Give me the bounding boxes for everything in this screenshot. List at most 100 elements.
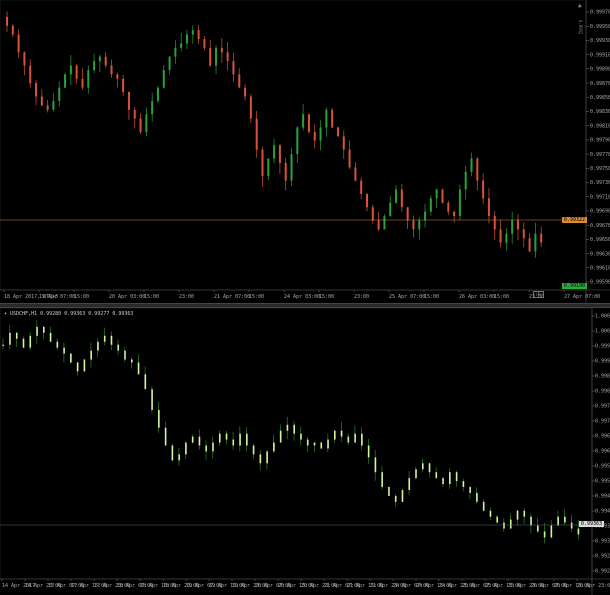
top-candle-body (139, 118, 142, 132)
bottom-bar-body (124, 350, 126, 360)
bottom-chart-pane[interactable]: 1.00065 1.00015 0.99965 0.99915 0.99865 0.998… (0, 308, 610, 595)
top-candle-body (162, 69, 165, 88)
bottom-bar-body (320, 442, 323, 449)
chart-shift-arrow-icon[interactable]: ▲ (578, 2, 582, 9)
bottom-bar-body (273, 442, 275, 452)
bottom-price-tick-label: 0.99565 (595, 464, 610, 470)
bottom-bar-body (56, 341, 59, 348)
top-candle-body (64, 74, 67, 88)
top-candle-body (35, 83, 38, 97)
bottom-bar-body (530, 516, 532, 526)
bottom-bar-body (428, 463, 431, 473)
bottom-price-tick-label: 1.00015 (595, 329, 610, 335)
top-candle-body (238, 74, 241, 88)
top-candle-body (453, 211, 456, 217)
top-candle-body (377, 220, 380, 230)
bottom-price-tick-label: 0.99215 (595, 569, 610, 575)
bottom-bar-body (205, 445, 208, 452)
top-candle-body (81, 78, 84, 88)
top-candle-body (389, 202, 392, 217)
chart-scroll-button[interactable]: ◁▷ (533, 291, 544, 298)
bottom-bar-body (171, 445, 174, 461)
top-candle-body (6, 16, 8, 26)
bottom-current-price-badge: 0.99363 (578, 521, 604, 527)
bottom-bar-body (462, 481, 465, 488)
bottom-bar-body (158, 409, 160, 428)
top-candle-body (342, 136, 345, 150)
top-time-tick-label: 21 Apr 07:00 (214, 294, 250, 300)
top-price-tick-label: 0.99950 (590, 24, 610, 30)
top-time-tick-label: 24 Apr 03:00 (284, 294, 320, 300)
bottom-bar-body (313, 442, 316, 446)
bottom-bar-body (266, 451, 268, 464)
top-candle-body (261, 149, 264, 177)
bottom-bar-body (503, 522, 505, 529)
top-candle-body (336, 127, 339, 137)
top-candle-body (505, 233, 508, 243)
top-candle-body (296, 127, 299, 155)
bottom-bar-body (435, 472, 438, 479)
top-candle-body (191, 30, 194, 35)
top-time-tick-label: 15:00 (74, 294, 89, 300)
top-candle-body (482, 180, 485, 199)
top-candle-body (383, 216, 386, 230)
top-candle-body (226, 52, 229, 62)
top-price-tick-label: 0.99930 (590, 38, 610, 44)
top-chart-pane[interactable]: 0.99970 0.99950 0.99930 0.99910 0.99890 0.998… (0, 0, 610, 303)
top-price-tick-label: 0.99850 (590, 95, 610, 101)
bottom-bar-body (130, 359, 133, 363)
one-click-trading-label[interactable]: 0.9952 (577, 20, 583, 40)
top-candle-body (522, 229, 525, 239)
top-candle-body (186, 34, 188, 44)
bottom-bar-body (43, 326, 45, 333)
bottom-price-tick-label: 0.99915 (595, 359, 610, 365)
bottom-bar-body (516, 510, 519, 520)
top-time-tick-label: 15:00 (494, 294, 509, 300)
top-price-tick-label: 0.99750 (590, 166, 610, 172)
top-candle-body (511, 220, 514, 234)
bottom-bar-body (29, 335, 32, 348)
top-candle-body (435, 189, 438, 199)
bottom-bar-body (286, 424, 289, 431)
bottom-chart-title: ▾ USDCHF,H1 0.99280 0.99363 0.99277 0.99… (4, 311, 134, 317)
top-candle-body (360, 180, 363, 194)
bottom-bar-body (347, 436, 350, 443)
bottom-chart-canvas[interactable]: 1.00065 1.00015 0.99965 0.99915 0.99865 0.998… (0, 308, 610, 595)
bottom-bar-body (144, 374, 147, 390)
top-candle-body (307, 114, 310, 132)
top-candle-body (151, 100, 154, 115)
top-candle-body (302, 114, 305, 128)
bottom-bar-body (198, 436, 201, 446)
bottom-price-tick-label: 0.99665 (595, 434, 610, 440)
bottom-bar-body (279, 430, 282, 443)
bottom-bar-body (246, 433, 248, 446)
top-candle-body (267, 158, 270, 177)
top-chart-canvas[interactable]: 0.99970 0.99950 0.99930 0.99910 0.99890 0.998… (0, 0, 610, 303)
top-candle-body (441, 189, 444, 203)
top-time-tick-label: 19 Apr 07:00 (39, 294, 75, 300)
top-candle-body (528, 238, 531, 252)
top-time-tick-label: 23:00 (179, 294, 194, 300)
top-time-tick-label: 15:00 (424, 294, 439, 300)
top-candle-body (197, 30, 200, 39)
top-candle-body (98, 56, 101, 62)
top-candle-body (278, 145, 281, 163)
bottom-plot-frame (0, 308, 593, 580)
bottom-bar-body (401, 489, 404, 502)
top-time-tick-label: 23:00 (354, 294, 369, 300)
bottom-price-tick-label: 0.99815 (595, 389, 610, 395)
top-price-tick-label: 0.99690 (590, 209, 610, 215)
bottom-bar-body (394, 495, 397, 502)
bottom-bar-body (103, 335, 106, 342)
bottom-bar-body (340, 430, 343, 437)
bottom-bar-body (327, 439, 329, 449)
top-candle-body (290, 154, 293, 181)
bottom-bar-body (509, 519, 512, 529)
bottom-bar-body (449, 472, 451, 485)
bottom-bar-body (354, 433, 356, 443)
bottom-bar-body (367, 445, 370, 458)
top-candle-body (249, 96, 252, 119)
top-candle-body (325, 109, 328, 128)
top-time-tick-label: 15:00 (249, 294, 264, 300)
bottom-bar-body (557, 516, 559, 526)
